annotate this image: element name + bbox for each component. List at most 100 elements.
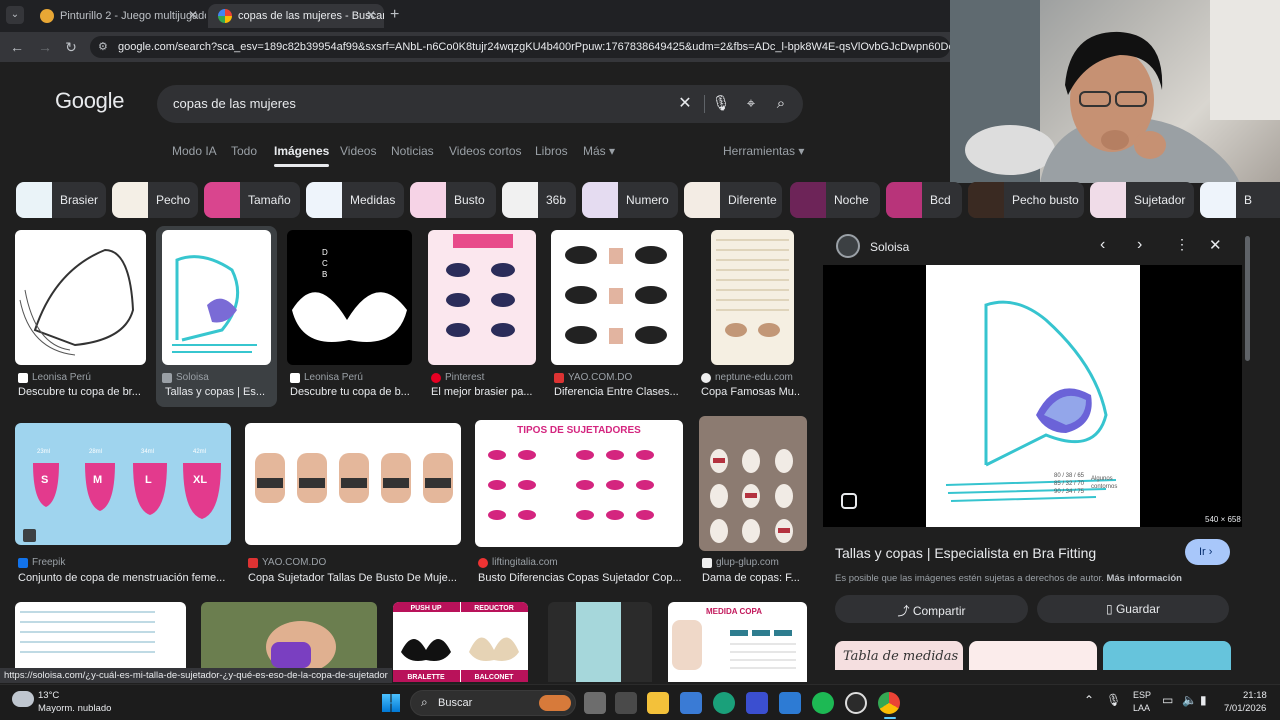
- result-thumbnail[interactable]: TIPOS DE SUJETADORES: [475, 420, 683, 547]
- result-thumbnail[interactable]: S M L XL 23ml 28ml 34ml 42ml: [15, 423, 231, 545]
- chip-numero[interactable]: Numero: [582, 182, 678, 218]
- back-icon[interactable]: ←: [8, 38, 26, 56]
- volume-icon[interactable]: 🔈: [1182, 693, 1197, 707]
- chrome-icon[interactable]: [878, 692, 900, 714]
- chip-pecho-busto[interactable]: Pecho busto: [968, 182, 1084, 218]
- result-thumbnail[interactable]: [699, 416, 807, 551]
- clear-search-icon[interactable]: ✕: [675, 94, 695, 114]
- url-field[interactable]: ⚙ google.com/search?sca_esv=189c82b39954…: [90, 36, 950, 58]
- edge-icon[interactable]: [713, 692, 735, 714]
- browser-tab-google[interactable]: copas de las mujeres - Buscar c ✕: [208, 4, 384, 28]
- result-source[interactable]: Leonisa Perú: [290, 372, 363, 383]
- preview-image[interactable]: 80 / 38 / 65 85 / 32 / 70 90 / 34 / 75 Algu…: [926, 265, 1140, 527]
- widgets-icon[interactable]: [615, 692, 637, 714]
- reload-icon[interactable]: ↻: [62, 38, 80, 56]
- result-title[interactable]: Busto Diferencias Copas Sujetador Cop...: [478, 572, 684, 584]
- app-m-icon[interactable]: [746, 692, 768, 714]
- result-thumbnail[interactable]: [15, 230, 146, 365]
- tab-todo[interactable]: Todo: [231, 144, 257, 158]
- related-image[interactable]: [1103, 641, 1231, 670]
- result-source[interactable]: Leonisa Perú: [18, 372, 91, 383]
- result-source[interactable]: YAO.COM.DO: [248, 557, 326, 568]
- lens-search-icon[interactable]: ⌖: [741, 94, 761, 114]
- result-thumbnail[interactable]: [15, 602, 186, 668]
- result-thumbnail[interactable]: [711, 230, 794, 365]
- visit-button[interactable]: Ir ›: [1185, 539, 1230, 565]
- result-title[interactable]: Copa Sujetador Tallas De Busto De Muje..…: [248, 572, 462, 584]
- result-thumbnail[interactable]: [162, 230, 271, 365]
- panel-scrollbar[interactable]: [1245, 236, 1250, 361]
- next-image-icon[interactable]: ›: [1137, 236, 1142, 254]
- result-thumbnail[interactable]: [428, 230, 536, 365]
- result-source[interactable]: neptune-edu.com: [701, 372, 793, 383]
- weather-desc[interactable]: Mayorm. nublado: [38, 703, 111, 714]
- search-box[interactable]: copas de las mujeres ✕ 🎙 ⌖ ⌕: [157, 85, 803, 123]
- vscode-icon[interactable]: [779, 692, 801, 714]
- result-thumbnail[interactable]: PUSH UP REDUCTOR BRALETTE BALCONET: [393, 602, 528, 682]
- chip-diferente[interactable]: Diferente: [684, 182, 782, 218]
- browser-tab-pinturillo[interactable]: Pinturillo 2 - Juego multijugado ✕: [30, 4, 206, 28]
- result-title[interactable]: Copa Famosas Mu...: [701, 386, 801, 398]
- result-thumbnail[interactable]: MEDIDA COPA: [668, 602, 807, 682]
- close-tab-icon[interactable]: ✕: [188, 8, 198, 22]
- network-icon[interactable]: ▭: [1162, 693, 1173, 707]
- result-title[interactable]: Dama de copas: F...: [702, 572, 806, 584]
- source-logo-icon[interactable]: [836, 234, 860, 258]
- result-title[interactable]: Conjunto de copa de menstruación feme...: [18, 572, 232, 584]
- microphone-icon[interactable]: 🎙: [1106, 693, 1121, 707]
- windows-start-icon[interactable]: [382, 694, 400, 712]
- result-source[interactable]: Pinterest: [431, 372, 484, 383]
- tab-videos[interactable]: Videos: [340, 144, 376, 158]
- result-title[interactable]: Descubre tu copa de b...: [290, 386, 415, 398]
- file-explorer-icon[interactable]: [647, 692, 669, 714]
- obs-icon[interactable]: [845, 692, 867, 714]
- chip-tamano[interactable]: Tamaño: [204, 182, 300, 218]
- tab-imagenes[interactable]: Imágenes: [274, 144, 330, 167]
- result-source[interactable]: Freepik: [18, 557, 65, 568]
- result-title[interactable]: Tallas y copas | Es...: [165, 386, 273, 398]
- result-source[interactable]: YAO.COM.DO: [554, 372, 632, 383]
- battery-icon[interactable]: ▮: [1200, 693, 1207, 707]
- tab-libros[interactable]: Libros: [535, 144, 568, 158]
- result-title[interactable]: Descubre tu copa de br...: [18, 386, 148, 398]
- result-thumbnail[interactable]: [201, 602, 377, 668]
- related-image[interactable]: Tabla de medidas: [835, 641, 963, 670]
- panel-source-name[interactable]: Soloisa: [870, 240, 909, 254]
- chip-medidas[interactable]: Medidas: [306, 182, 404, 218]
- task-view-icon[interactable]: [584, 692, 606, 714]
- forward-icon[interactable]: →: [36, 38, 54, 56]
- result-thumbnail[interactable]: [245, 423, 461, 545]
- panel-title[interactable]: Tallas y copas | Especialista en Bra Fit…: [835, 545, 1096, 561]
- preview-image-area[interactable]: 80 / 38 / 65 85 / 32 / 70 90 / 34 / 75 Algu…: [823, 265, 1242, 527]
- store-icon[interactable]: [680, 692, 702, 714]
- result-title[interactable]: Diferencia Entre Clases...: [554, 386, 686, 398]
- spotify-icon[interactable]: [812, 692, 834, 714]
- chip-pecho[interactable]: Pecho: [112, 182, 198, 218]
- tab-modo-ia[interactable]: Modo IA: [172, 144, 217, 158]
- tab-mas[interactable]: Más ▾: [583, 144, 615, 158]
- tab-videos-cortos[interactable]: Videos cortos: [449, 144, 522, 158]
- weather-temp[interactable]: 13°C: [38, 690, 59, 701]
- previous-image-icon[interactable]: ‹: [1100, 236, 1105, 254]
- related-image[interactable]: [969, 641, 1097, 670]
- more-options-icon[interactable]: ⋮: [1175, 236, 1189, 253]
- tab-list-chevron-icon[interactable]: ⌄: [6, 6, 24, 24]
- tab-noticias[interactable]: Noticias: [391, 144, 434, 158]
- result-thumbnail[interactable]: DCB: [287, 230, 412, 365]
- chip-bcd[interactable]: Bcd: [886, 182, 962, 218]
- result-source[interactable]: glup-glup.com: [702, 557, 779, 568]
- tray-chevron-icon[interactable]: ⌃: [1084, 693, 1094, 707]
- new-tab-icon[interactable]: +: [390, 6, 399, 24]
- taskbar-search[interactable]: ⌕ Buscar: [410, 690, 576, 716]
- result-thumbnail[interactable]: [548, 602, 652, 682]
- more-info-link[interactable]: Más información: [1106, 573, 1182, 584]
- clock-time[interactable]: 21:18: [1243, 690, 1267, 701]
- clock-date[interactable]: 7/01/2026: [1224, 703, 1266, 714]
- result-thumbnail[interactable]: [551, 230, 683, 365]
- chip-b[interactable]: B: [1200, 182, 1280, 218]
- chip-36b[interactable]: 36b: [502, 182, 576, 218]
- chip-sujetador[interactable]: Sujetador: [1090, 182, 1194, 218]
- search-input[interactable]: copas de las mujeres: [173, 96, 296, 111]
- weather-icon[interactable]: [12, 691, 34, 707]
- share-button[interactable]: ⤴ Compartir: [835, 595, 1028, 623]
